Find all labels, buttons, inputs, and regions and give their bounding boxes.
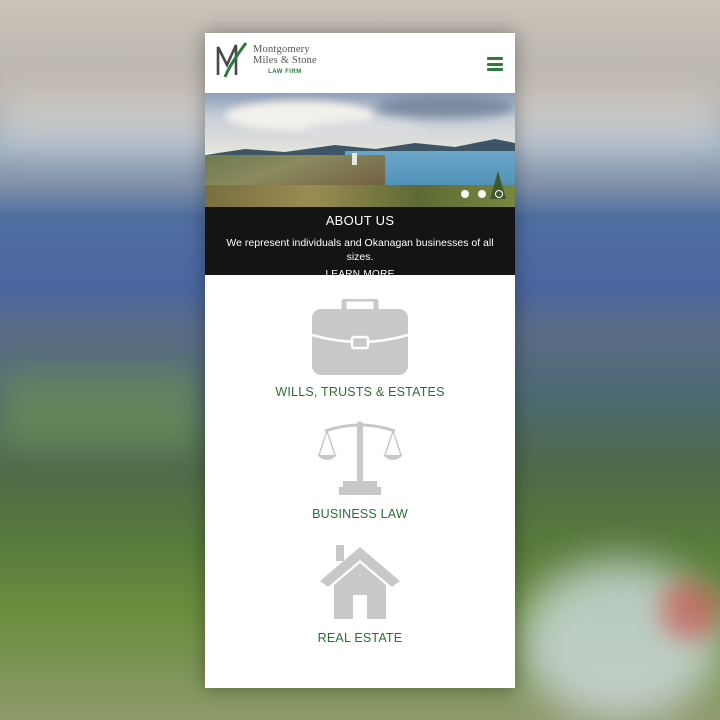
house-icon [320,545,400,619]
mobile-page: Montgomery Miles & Stone LAW FIRM ABOUT … [205,33,515,688]
site-header: Montgomery Miles & Stone LAW FIRM [205,33,515,93]
logo-name-line2: Miles & Stone [253,55,317,66]
service-business-law[interactable]: BUSINESS LAW [205,421,515,521]
service-real-estate[interactable]: REAL ESTATE [205,543,515,645]
slider-dot-1[interactable] [461,190,469,198]
briefcase-icon [312,299,408,375]
about-text: We represent individuals and Okanagan bu… [226,237,494,263]
logo-name-line1: Montgomery [253,44,310,55]
slider-dot-3[interactable] [495,190,503,198]
scales-icon [317,421,403,495]
logo-mark-icon [216,42,248,78]
service-label: WILLS, TRUSTS & ESTATES [275,385,445,399]
logo-subtitle: LAW FIRM [268,69,302,75]
service-label: BUSINESS LAW [312,507,408,521]
slider-dot-2[interactable] [478,190,486,198]
about-banner: ABOUT US We represent individuals and Ok… [205,207,515,280]
service-wills-trusts-estates[interactable]: WILLS, TRUSTS & ESTATES [205,299,515,399]
firm-logo[interactable]: Montgomery Miles & Stone LAW FIRM [215,41,317,79]
hamburger-menu-icon[interactable] [487,57,503,71]
services-list: WILLS, TRUSTS & ESTATES BUSINESS LAW REA… [205,275,515,645]
slider-dots [461,190,503,198]
about-title: ABOUT US [325,213,395,228]
service-label: REAL ESTATE [317,631,403,645]
hero-slider[interactable] [205,93,515,207]
